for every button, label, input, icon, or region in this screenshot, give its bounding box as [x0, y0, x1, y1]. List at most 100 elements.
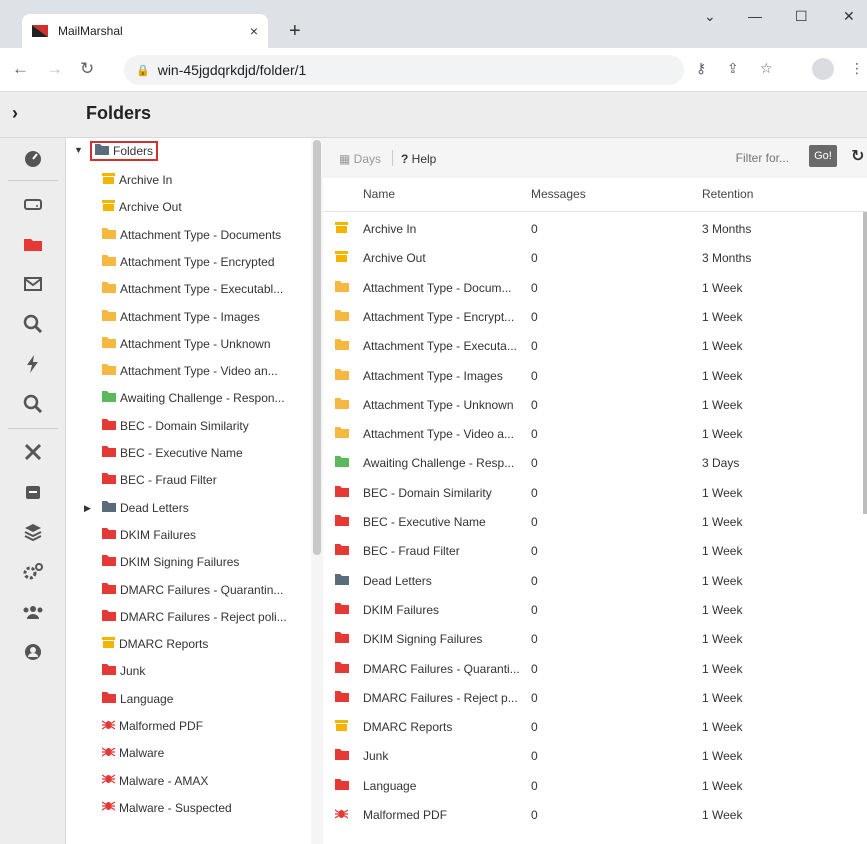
tree-item[interactable]: DKIM Signing Failures [102, 551, 239, 573]
new-tab-button[interactable]: + [289, 20, 301, 43]
tree-item[interactable]: Attachment Type - Images [102, 306, 260, 328]
tree-item[interactable]: Archive Out [102, 196, 182, 218]
key-icon[interactable]: ⚷ [696, 60, 706, 77]
table-row[interactable]: Junk 0 1 Week [323, 741, 867, 770]
table-row[interactable]: Attachment Type - Unknown 0 1 Week [323, 390, 867, 419]
cell-messages: 0 [531, 632, 538, 647]
drive-icon[interactable] [0, 184, 66, 224]
table-row[interactable]: Attachment Type - Images 0 1 Week [323, 361, 867, 390]
column-header-retention[interactable]: Retention [702, 187, 753, 201]
dashboard-icon[interactable] [0, 138, 66, 178]
minimize-button[interactable]: — [748, 8, 762, 24]
table-row[interactable]: DMARC Failures - Reject p... 0 1 Week [323, 683, 867, 712]
folder-icon [102, 555, 116, 569]
profile-avatar-icon[interactable] [812, 58, 834, 80]
tree-item[interactable]: Dead Letters [102, 497, 189, 519]
tree-item[interactable]: Malware - AMAX [101, 770, 208, 792]
table-row[interactable]: Attachment Type - Encrypt... 0 1 Week [323, 302, 867, 331]
table-row[interactable]: Awaiting Challenge - Resp... 0 3 Days [323, 448, 867, 477]
tree-item[interactable]: Malformed PDF [101, 715, 203, 737]
account-icon[interactable] [0, 632, 66, 672]
menu-toggle-icon[interactable]: › [12, 103, 18, 124]
table-row[interactable]: Language 0 1 Week [323, 771, 867, 800]
cell-retention: 1 Week [702, 661, 743, 676]
tab-close-icon[interactable]: × [250, 23, 258, 39]
cell-messages: 0 [531, 251, 538, 266]
share-icon[interactable]: ⇪ [727, 60, 739, 77]
tree-item[interactable]: Attachment Type - Documents [102, 224, 281, 246]
mail-icon[interactable] [0, 264, 66, 304]
tree-item[interactable]: Awaiting Challenge - Respon... [102, 387, 285, 409]
tools-icon[interactable] [0, 432, 66, 472]
folder-icon[interactable] [0, 224, 66, 264]
table-row[interactable]: BEC - Domain Similarity 0 1 Week [323, 478, 867, 507]
forward-icon[interactable]: → [46, 59, 63, 79]
table-row[interactable]: DKIM Failures 0 1 Week [323, 595, 867, 624]
nav-rail [0, 138, 66, 844]
tree-item[interactable]: BEC - Executive Name [102, 442, 243, 464]
layers-icon[interactable] [0, 512, 66, 552]
reload-icon[interactable]: ↻ [80, 59, 94, 79]
tree-item[interactable]: Language [102, 688, 173, 710]
tab-search-icon[interactable]: ⌄ [704, 8, 716, 25]
tree-item-label: BEC - Executive Name [120, 446, 243, 460]
archive-icon [335, 222, 348, 236]
tree-item[interactable]: Archive In [102, 169, 172, 191]
folder-icon [335, 602, 349, 617]
table-row[interactable]: Archive Out 0 3 Months [323, 243, 867, 272]
filter-input[interactable] [543, 146, 803, 170]
browser-menu-icon[interactable]: ⋮ [850, 60, 864, 77]
tree-item[interactable]: DMARC Failures - Quarantin... [102, 579, 283, 601]
column-header-messages[interactable]: Messages [531, 187, 586, 201]
tree-item[interactable]: BEC - Domain Similarity [102, 415, 249, 437]
close-window-button[interactable]: ✕ [843, 8, 855, 25]
help-button[interactable]: ? Help [401, 152, 436, 166]
table-row[interactable]: Attachment Type - Executa... 0 1 Week [323, 331, 867, 360]
badge-icon[interactable] [0, 472, 66, 512]
table-row[interactable]: Dead Letters 0 1 Week [323, 566, 867, 595]
search-icon[interactable] [0, 304, 66, 344]
table-row[interactable]: Attachment Type - Video a... 0 1 Week [323, 419, 867, 448]
tree-item[interactable]: DMARC Reports [102, 633, 208, 655]
table-row[interactable]: BEC - Executive Name 0 1 Week [323, 507, 867, 536]
browser-tab[interactable]: MailMarshal × [22, 14, 268, 48]
maximize-button[interactable]: ☐ [795, 8, 808, 25]
table-row[interactable]: Archive In 0 3 Months [323, 214, 867, 243]
table-row[interactable]: DMARC Reports 0 1 Week [323, 712, 867, 741]
expand-caret-icon[interactable]: ▶ [84, 503, 91, 514]
bolt-icon[interactable] [0, 344, 66, 384]
tree-item[interactable]: Attachment Type - Encrypted [102, 251, 275, 273]
bookmark-star-icon[interactable]: ☆ [760, 60, 773, 77]
table-scroll-thumb[interactable] [863, 212, 867, 514]
folder-icon [102, 691, 116, 706]
days-button[interactable]: ▦ Days [339, 152, 381, 166]
tree-item[interactable]: Attachment Type - Executabl... [102, 278, 283, 300]
go-button[interactable]: Go! [809, 145, 837, 167]
address-bar-row: ← → ↻ 🔒 win-45jgdqrkdjd/folder/1 ⚷ ⇪ ☆ ⋮ [0, 48, 867, 92]
users-icon[interactable] [0, 592, 66, 632]
search-icon[interactable] [0, 384, 66, 424]
refresh-icon[interactable]: ↻ [851, 146, 864, 166]
tree-item-label: Attachment Type - Images [120, 309, 260, 324]
tree-item[interactable]: DMARC Failures - Reject poli... [102, 606, 287, 628]
tree-item[interactable]: Junk [102, 660, 145, 682]
collapse-caret-icon[interactable]: ▼ [74, 145, 83, 155]
tree-root[interactable]: Folders [90, 140, 159, 162]
tree-scroll-thumb[interactable] [313, 140, 321, 555]
table-row[interactable]: Attachment Type - Docum... 0 1 Week [323, 273, 867, 302]
tree-item[interactable]: Malware [101, 742, 164, 764]
table-row[interactable]: Malformed PDF 0 1 Week [323, 800, 867, 829]
url-field[interactable]: 🔒 win-45jgdqrkdjd/folder/1 [124, 55, 684, 85]
table-row[interactable]: DMARC Failures - Quaranti... 0 1 Week [323, 654, 867, 683]
tree-item[interactable]: DKIM Failures [102, 524, 196, 546]
table-row[interactable]: BEC - Fraud Filter 0 1 Week [323, 536, 867, 565]
tree-item[interactable]: Attachment Type - Video an... [102, 360, 278, 382]
tree-item[interactable]: BEC - Fraud Filter [102, 469, 217, 491]
back-icon[interactable]: ← [12, 59, 29, 79]
tree-item[interactable]: Malware - Suspected [101, 797, 232, 819]
tree-item[interactable]: Attachment Type - Unknown [102, 333, 271, 355]
table-row[interactable]: DKIM Signing Failures 0 1 Week [323, 624, 867, 653]
column-header-name[interactable]: Name [363, 187, 395, 201]
app-header: › Folders [0, 92, 867, 138]
cogs-icon[interactable] [0, 552, 66, 592]
